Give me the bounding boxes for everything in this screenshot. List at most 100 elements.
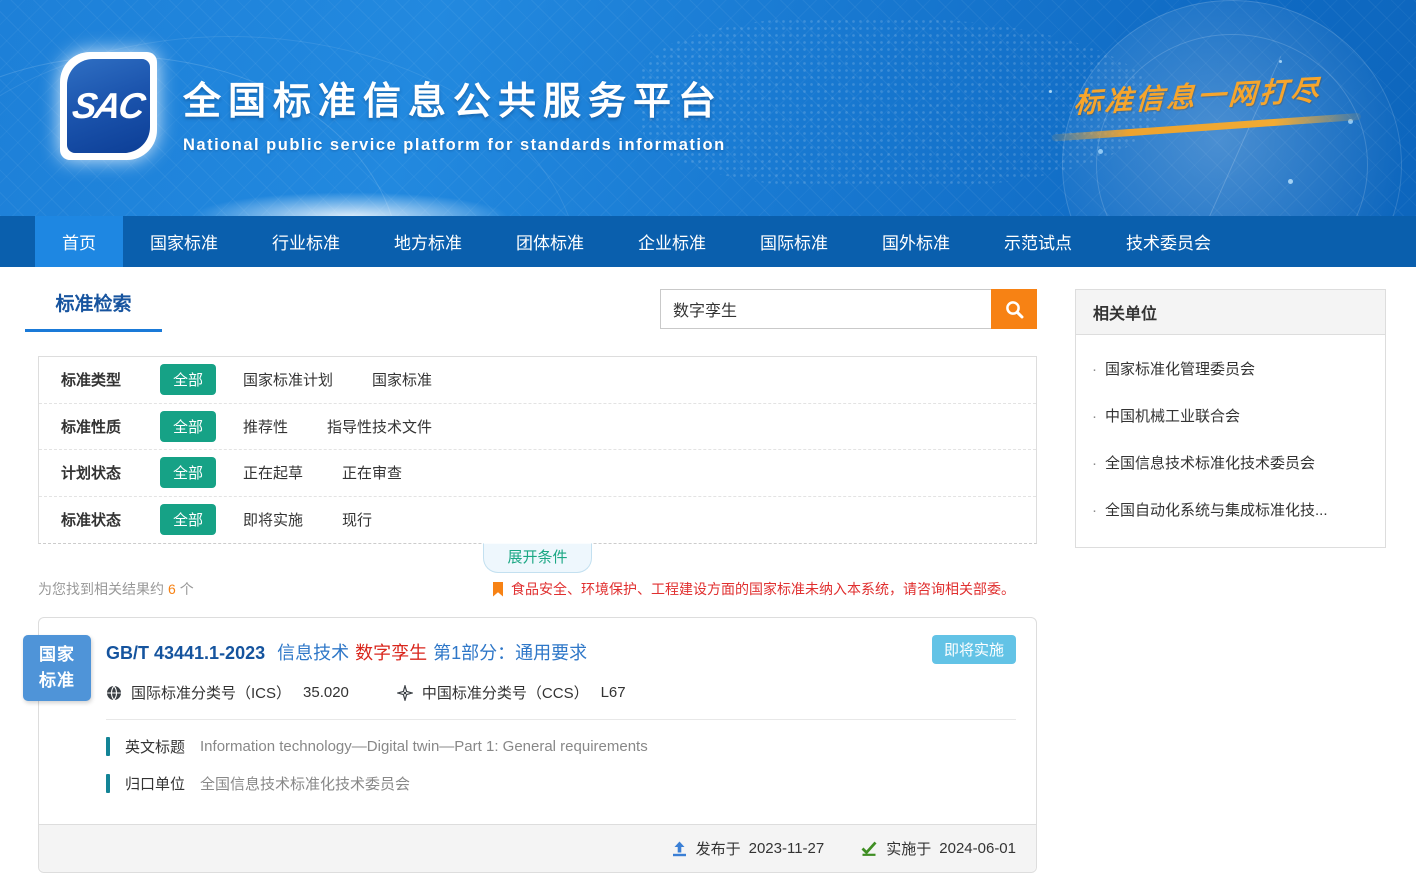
related-units-list: · 国家标准化管理委员会 · 中国机械工业联合会 · 全国信息技术标准化技术委员… [1076,335,1385,547]
nav-tab-label: 行业标准 [272,229,340,254]
filter-option[interactable]: 正在审查 [342,462,402,483]
standard-title-part: 信息技术 [277,643,349,663]
sac-logo[interactable]: SAC [60,52,157,160]
result-count-number: 6 [168,581,176,597]
attr-bar [106,737,110,756]
nav-tab-label: 国家标准 [150,229,218,254]
globe-icon [106,685,122,701]
site-subtitle: National public service platform for sta… [183,136,726,155]
related-unit-name: 中国机械工业联合会 [1105,405,1240,426]
filter-option[interactable]: 即将实施 [243,509,303,530]
nav-list: 首页 国家标准 行业标准 地方标准 团体标准 企业标准 国际标准 国外标准 示范… [35,216,1238,267]
search-box [660,289,1037,329]
nav-tab[interactable]: 国际标准 [733,216,855,267]
main-nav: 首页 国家标准 行业标准 地方标准 团体标准 企业标准 国际标准 国外标准 示范… [0,216,1416,267]
system-notice: 食品安全、环境保护、工程建设方面的国家标准未纳入本系统，请咨询相关部委。 [492,579,1015,599]
site-brand: 全国标准信息公共服务平台 National public service pla… [183,70,726,155]
standard-type-badge: 国家 标准 [23,635,91,701]
compass-rose-icon [397,685,413,701]
filter-label: 标准性质 [61,416,160,437]
filter-row: 标准性质 全部 推荐性 指导性技术文件 [39,404,1036,451]
nav-tab[interactable]: 地方标准 [367,216,489,267]
nav-tab[interactable]: 技术委员会 [1099,216,1238,267]
ccs-label: 中国标准分类号（CCS） [422,682,589,703]
tab-standard-search[interactable]: 标准检索 [25,289,162,332]
publish-label: 发布于 [696,838,741,859]
nav-tab[interactable]: 行业标准 [245,216,367,267]
nav-tab-label: 地方标准 [394,229,462,254]
nav-tab-label: 技术委员会 [1126,229,1211,254]
site-title: 全国标准信息公共服务平台 [183,70,726,125]
result-card: 国家 标准 即将实施 GB/T 43441.1-2023信息技术数字孪生第1部分… [38,617,1037,873]
ics-label: 国际标准分类号（ICS） [131,682,291,703]
nav-tab[interactable]: 国家标准 [123,216,245,267]
filter-option[interactable]: 国家标准 [372,369,432,390]
related-units-panel: 相关单位 · 国家标准化管理委员会 · 中国机械工业联合会 · [1075,289,1386,548]
expand-wrap: 展开条件 [38,544,1037,570]
filter-row: 标准状态 全部 即将实施 现行 [39,497,1036,544]
filter-option[interactable]: 指导性技术文件 [327,416,432,437]
publish-date: 2023-11-27 [749,840,825,857]
filter-option[interactable]: 推荐性 [243,416,288,437]
related-units-title: 相关单位 [1076,290,1385,335]
related-unit-link[interactable]: · 全国信息技术标准化技术委员会 [1092,439,1369,486]
search-button[interactable] [991,289,1037,329]
list-bullet: · [1092,502,1097,519]
filter-option[interactable]: 现行 [342,509,372,530]
ccs-classification: 中国标准分类号（CCS） L67 [397,682,626,703]
filter-label: 标准状态 [61,509,160,530]
nav-tab-label: 企业标准 [638,229,706,254]
nav-tab-label: 国外标准 [882,229,950,254]
classification-row: 国际标准分类号（ICS） 35.020 中国标准分类号（CCS） L67 [106,682,1016,703]
result-card-body: GB/T 43441.1-2023信息技术数字孪生第1部分：通用要求 国际标准分… [39,618,1036,824]
nav-tab[interactable]: 企业标准 [611,216,733,267]
related-unit-link[interactable]: · 国家标准化管理委员会 [1092,345,1369,392]
list-bullet: · [1092,455,1097,472]
english-title-row: 英文标题 Information technology—Digital twin… [106,736,1016,757]
filter-all-button[interactable]: 全部 [160,364,216,395]
bookmark-icon [492,582,504,597]
result-card-footer: 发布于 2023-11-27 实施于 2024-06-01 [39,824,1036,872]
related-unit-name: 全国信息技术标准化技术委员会 [1105,452,1315,473]
standard-title-highlight: 数字孪生 [355,643,427,663]
dept-value: 全国信息技术标准化技术委员会 [200,773,410,794]
dept-row: 归口单位 全国信息技术标准化技术委员会 [106,773,1016,794]
filter-option[interactable]: 国家标准计划 [243,369,333,390]
card-divider [106,719,1016,720]
check-icon [860,841,878,857]
results-meta: 为您找到相关结果约6个 食品安全、环境保护、工程建设方面的国家标准未纳入本系统，… [38,579,1037,599]
english-title-label: 英文标题 [125,736,185,757]
nav-tab[interactable]: 示范试点 [977,216,1099,267]
section-title: 标准检索 [55,294,131,315]
ics-classification: 国际标准分类号（ICS） 35.020 [106,682,349,703]
nav-tab[interactable]: 团体标准 [489,216,611,267]
status-badge: 即将实施 [932,635,1016,664]
nav-tab[interactable]: 国外标准 [855,216,977,267]
implement-label: 实施于 [886,838,931,859]
expand-conditions-button[interactable]: 展开条件 [483,543,591,573]
filter-all-button[interactable]: 全部 [160,504,216,535]
main-column: 标准检索 标准类型 全部 [38,289,1037,873]
page-content: 标准检索 标准类型 全部 [0,267,1416,873]
sac-logo-text: SAC [70,85,147,127]
related-unit-link[interactable]: · 中国机械工业联合会 [1092,392,1369,439]
upload-icon [671,841,688,857]
search-icon [1004,299,1025,320]
ics-value: 35.020 [303,684,349,701]
filter-row: 标准类型 全部 国家标准计划 国家标准 [39,357,1036,404]
list-bullet: · [1092,361,1097,378]
filter-option[interactable]: 正在起草 [243,462,303,483]
search-input[interactable] [660,289,991,329]
site-banner: SAC 全国标准信息公共服务平台 National public service… [0,0,1416,216]
filter-panel: 标准类型 全部 国家标准计划 国家标准 标准性质 全部 推荐性 指导性技术文件 … [38,356,1037,544]
related-unit-link[interactable]: · 全国自动化系统与集成标准化技... [1092,486,1369,533]
nav-tab-label: 示范试点 [1004,229,1072,254]
right-sidebar: 相关单位 · 国家标准化管理委员会 · 中国机械工业联合会 · [1075,289,1386,548]
nav-tab[interactable]: 首页 [35,216,123,267]
standard-title-link[interactable]: GB/T 43441.1-2023信息技术数字孪生第1部分：通用要求 [106,639,1016,665]
filter-all-button[interactable]: 全部 [160,411,216,442]
related-unit-name: 国家标准化管理委员会 [1105,358,1255,379]
related-unit-name: 全国自动化系统与集成标准化技... [1105,499,1328,520]
filter-all-button[interactable]: 全部 [160,457,216,488]
sac-logo-shape: SAC [67,59,150,153]
